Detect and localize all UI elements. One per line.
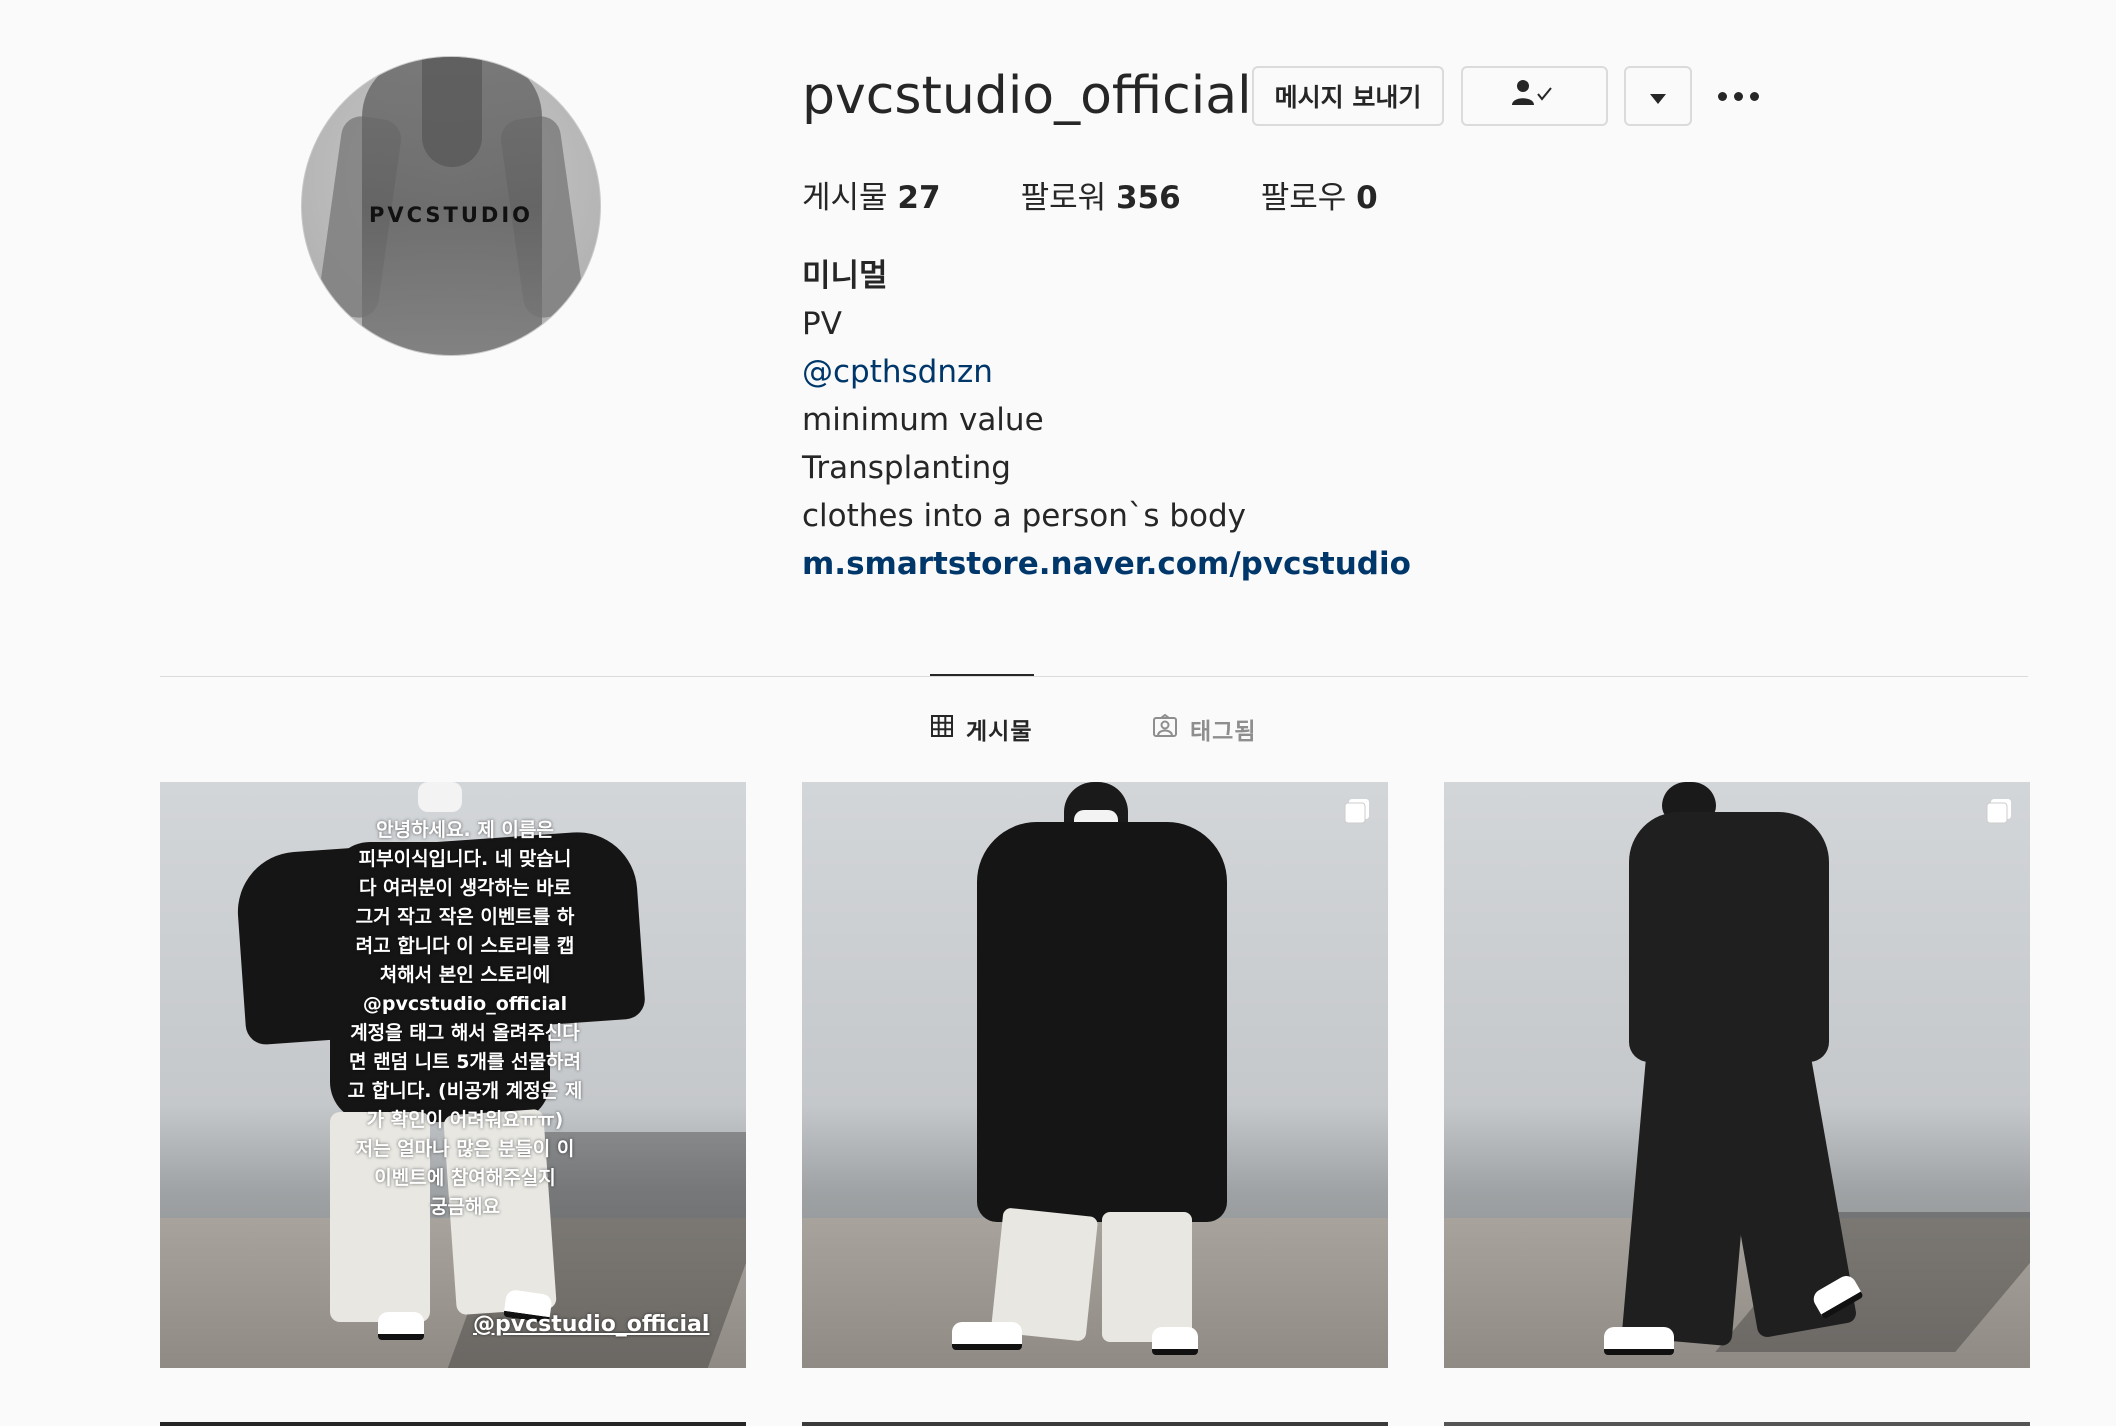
story-line: 면 랜덤 니트 5개를 선물하려 [349,1051,581,1073]
grid-icon [930,714,954,744]
posts-count: 게시물 27 [802,172,941,217]
story-overlay-text: 안녕하세요. 제 이름은 피부이식입니다. 네 맞습니 다 여러분이 생각하는 … [320,816,610,1222]
story-line: 이벤트에 참여해주실지 [374,1167,556,1189]
more-dots-icon [1718,91,1727,101]
caret-down-icon [1649,82,1667,111]
profile-divider [160,676,2028,677]
tab-tagged[interactable]: 태그됨 [1152,712,1256,746]
message-button[interactable]: 메시지 보내기 [1252,66,1444,126]
person-check-icon [1511,78,1559,114]
post-thumbnail[interactable] [1444,782,2030,1368]
tab-tagged-label: 태그됨 [1190,719,1257,745]
story-line: 다 여러분이 생각하는 바로 [358,877,572,899]
next-row-thumbnail[interactable] [160,1422,746,1426]
suggested-dropdown-button[interactable] [1624,66,1692,126]
post-thumbnail[interactable]: 안녕하세요. 제 이름은 피부이식입니다. 네 맞습니 다 여러분이 생각하는 … [160,782,746,1368]
bio-mention-link[interactable]: @cpthsdnzn [802,348,1411,396]
profile-bio: 미니멀 PV @cpthsdnzn minimum value Transpla… [802,252,1411,588]
bio-line: minimum value [802,402,1044,438]
figure-coat [977,822,1227,1222]
story-line: @pvcstudio_official [362,993,568,1015]
carousel-icon [1344,798,1370,824]
story-line: 계정을 태그 해서 올려주신다 [350,1022,580,1044]
figure-shoe [1152,1327,1198,1355]
story-line: 궁금해요 [430,1196,500,1218]
next-row-thumbnail[interactable] [1444,1422,2030,1426]
story-tag-text: @pvcstudio_official [473,1312,710,1337]
stat-label: 게시물 [802,180,888,216]
following-button[interactable] [1461,66,1608,126]
bio-name: 미니멀 [802,258,888,294]
profile-username: pvcstudio_official [802,66,1252,126]
story-line: 그거 작고 작은 이벤트를 하 [355,906,575,928]
story-line: 저는 얼마나 많은 분들이 이 [355,1138,575,1160]
bio-line: Transplanting [802,450,1011,486]
avatar-photo-detail [422,57,482,167]
stat-label: 팔로워 [1020,180,1107,216]
tab-posts[interactable]: 게시물 [930,712,1032,746]
tab-posts-label: 게시물 [966,719,1033,745]
active-tab-indicator [930,674,1034,676]
figure-shoe [378,1312,424,1340]
stat-value: 0 [1356,180,1378,216]
figure-pants [1102,1212,1192,1342]
story-line: 려고 합니다 이 스토리를 캡 [355,935,575,957]
more-options-button[interactable] [1718,84,1768,108]
story-line: 피부이식입니다. 네 맞습니 [358,848,572,870]
story-line: 쳐해서 본인 스토리에 [379,964,551,986]
figure-shoe [952,1322,1022,1350]
stat-value: 356 [1115,180,1181,216]
stat-value: 27 [897,180,941,216]
profile-avatar[interactable]: PVCSTUDIO [301,56,601,356]
bio-website-link[interactable]: m.smartstore.naver.com/pvcstudio [802,540,1411,588]
post-thumbnail[interactable] [802,782,1388,1368]
next-row-thumbnail[interactable] [802,1422,1388,1426]
more-dots-icon [1750,91,1759,101]
bio-line: clothes into a person`s body [802,498,1247,534]
story-line: 안녕하세요. 제 이름은 [376,819,554,841]
more-dots-icon [1734,91,1743,101]
carousel-icon [1986,798,2012,824]
bio-line: PV [802,306,842,342]
figure-jacket [1629,812,1829,1062]
stat-label: 팔로우 [1260,180,1347,216]
figure-mask [418,782,462,812]
avatar-logo-text: PVCSTUDIO [368,203,534,227]
story-line: 가 확인이 어려워요ㅠㅠ) [366,1109,564,1131]
story-line: 고 합니다. (비공개 계정은 제 [347,1080,583,1102]
following-count[interactable]: 팔로우 0 [1261,172,1378,217]
figure-shoe [1604,1327,1674,1355]
followers-count[interactable]: 팔로워 356 [1021,172,1181,217]
profile-stats: 게시물 27 팔로워 356 팔로우 0 [802,172,1458,217]
tagged-icon [1152,713,1178,744]
